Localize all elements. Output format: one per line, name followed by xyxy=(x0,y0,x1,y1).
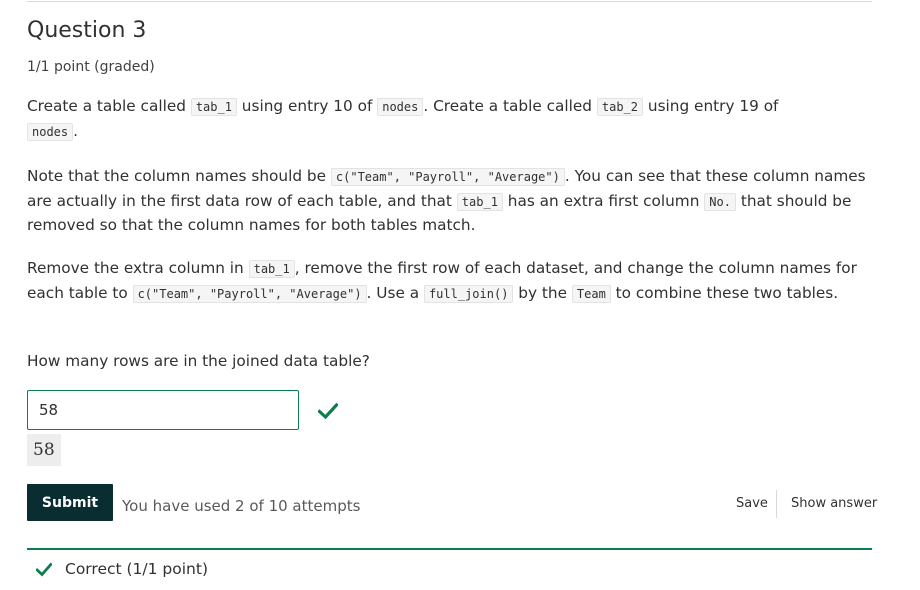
paragraph-instructions: Remove the extra column in tab_1, remove… xyxy=(27,257,872,306)
attempts-status: You have used 2 of 10 attempts xyxy=(122,497,361,515)
code-column-vector: c("Team", "Payroll", "Average") xyxy=(132,284,367,303)
submit-button[interactable]: Submit xyxy=(27,484,113,521)
code-no-column: No. xyxy=(704,192,736,211)
answer-preview: 58 xyxy=(27,434,61,466)
code-tab-1: tab_1 xyxy=(456,192,503,211)
code-column-vector: c("Team", "Payroll", "Average") xyxy=(330,168,565,186)
code-nodes: nodes xyxy=(377,98,424,116)
text: . Use a xyxy=(366,283,424,302)
action-divider xyxy=(776,490,777,518)
question-points: 1/1 point (graded) xyxy=(27,59,155,75)
code-tab-2: tab_2 xyxy=(596,98,644,116)
code-nodes: nodes xyxy=(27,122,74,141)
checkmark-icon xyxy=(36,562,52,577)
text: Create a table called xyxy=(27,97,191,115)
code-tab-1: tab_1 xyxy=(190,98,237,116)
save-button[interactable]: Save xyxy=(736,496,768,512)
answer-input[interactable] xyxy=(27,390,299,430)
text: Note that the column names should be xyxy=(27,167,331,185)
code-tab-1: tab_1 xyxy=(248,260,295,278)
text: by the xyxy=(513,283,572,302)
text: . Create a table called xyxy=(423,97,597,115)
text: Remove the extra column in xyxy=(27,259,249,277)
code-full-join: full_join() xyxy=(423,284,514,303)
text: using entry 19 of xyxy=(643,97,779,115)
text: has an extra first column xyxy=(502,191,705,210)
feedback-divider xyxy=(27,548,872,550)
text: using entry 10 of xyxy=(236,97,378,115)
question-title: Question 3 xyxy=(27,18,147,43)
checkmark-icon xyxy=(318,402,338,420)
question-prompt: How many rows are in the joined data tab… xyxy=(27,352,370,370)
show-answer-button[interactable]: Show answer xyxy=(791,496,877,512)
feedback-message: Correct (1/1 point) xyxy=(65,560,208,578)
top-divider xyxy=(27,1,872,2)
text: . xyxy=(73,121,78,140)
code-team: Team xyxy=(571,284,611,303)
paragraph-column-names: Note that the column names should be c("… xyxy=(27,165,872,238)
text: to combine these two tables. xyxy=(610,283,839,302)
paragraph-create-tables: Create a table called tab_1 using entry … xyxy=(27,95,872,144)
